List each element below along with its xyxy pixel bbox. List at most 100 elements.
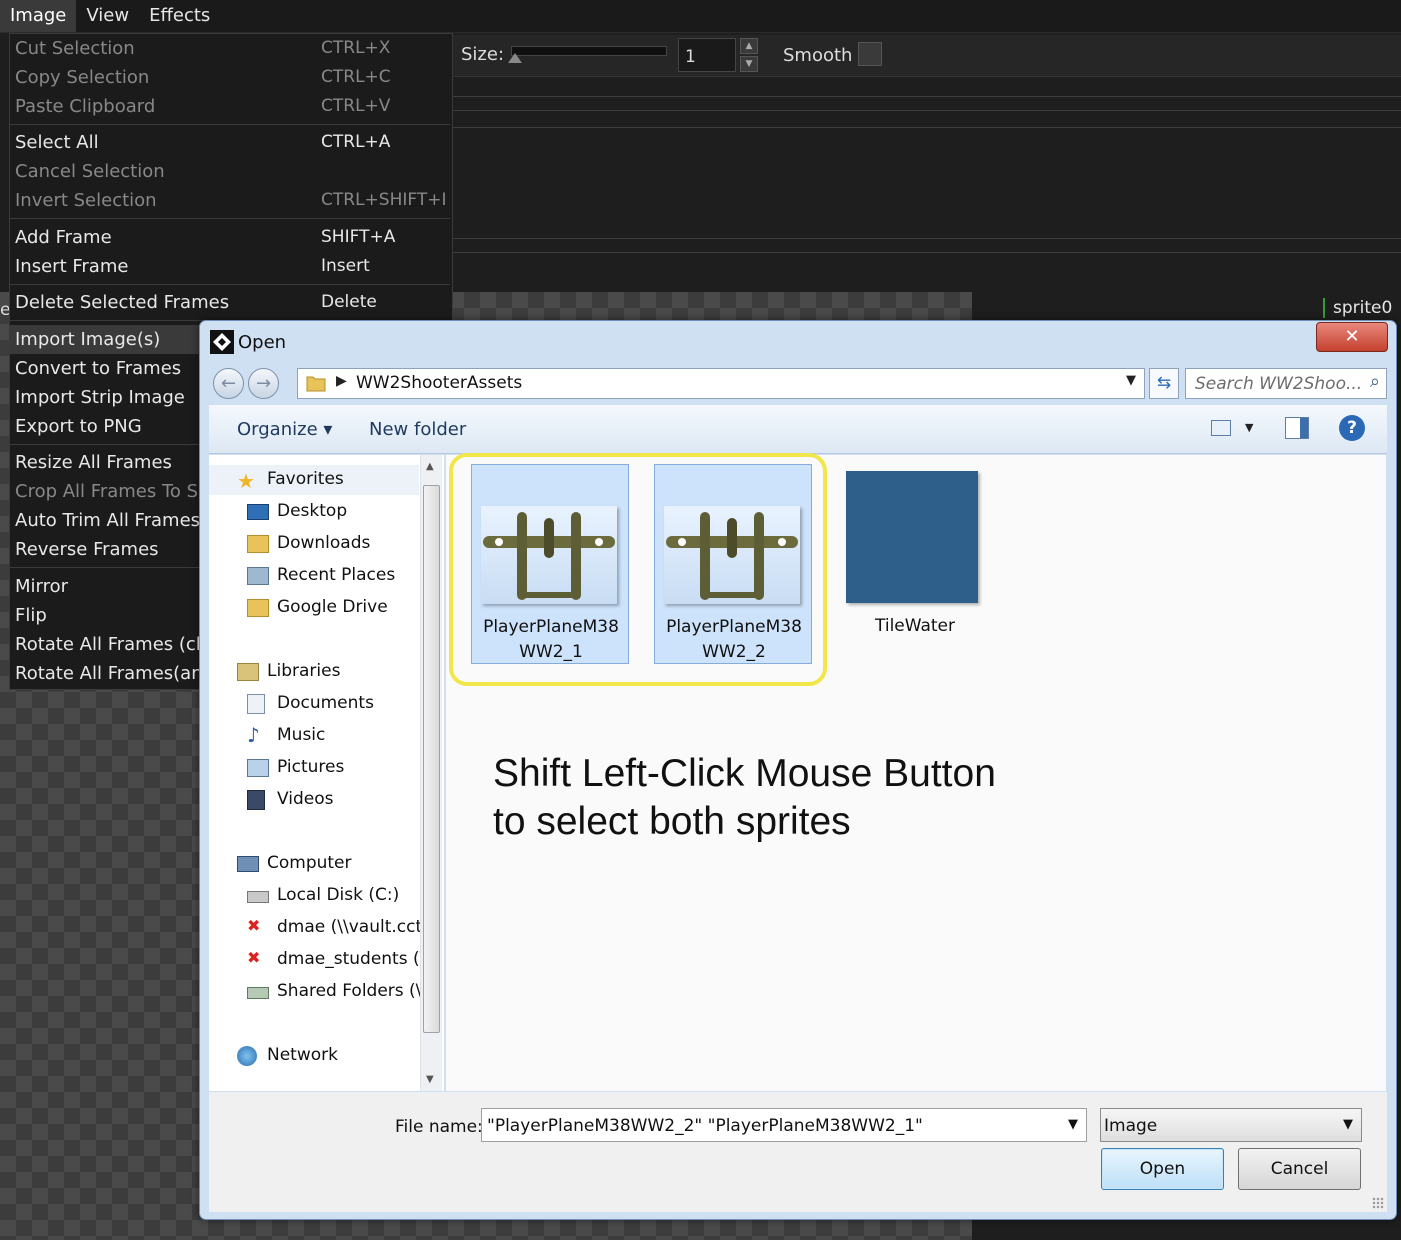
dialog-footer: File name: "PlayerPlaneM38WW2_2" "Player… — [209, 1092, 1387, 1212]
change-view-icon[interactable] — [1211, 420, 1231, 436]
nav-label: Desktop — [277, 501, 348, 521]
menu-item-cancel-selection[interactable]: Cancel Selection — [10, 157, 450, 186]
menu-effects[interactable]: Effects — [139, 0, 220, 32]
search-icon[interactable]: ⌕ — [1370, 371, 1380, 392]
open-button[interactable]: Open — [1101, 1148, 1224, 1190]
smooth-checkbox[interactable] — [858, 42, 882, 66]
instruction-annotation: Shift Left-Click Mouse Button to select … — [493, 750, 996, 846]
size-slider[interactable] — [508, 46, 667, 63]
size-spinner[interactable]: ▲ ▼ — [740, 38, 758, 72]
nav-google-drive[interactable]: Google Drive — [209, 593, 419, 623]
nav-network-drive-dmae-students[interactable]: ✖ dmae_students (\\ — [209, 945, 431, 975]
nav-local-disk[interactable]: Local Disk (C:) — [209, 881, 419, 911]
selection-highlight-outline — [449, 453, 827, 686]
scroll-up-icon[interactable]: ▲ — [426, 461, 434, 472]
view-dropdown-icon[interactable]: ▼ — [1245, 421, 1253, 434]
chevron-down-icon[interactable]: ▼ — [1343, 1117, 1353, 1132]
disconnected-drive-icon: ✖ — [247, 916, 261, 935]
nav-label: Music — [277, 725, 326, 745]
disconnected-drive-icon: ✖ — [247, 948, 261, 967]
nav-pictures[interactable]: Pictures — [209, 753, 419, 783]
resize-grip-icon[interactable] — [1372, 1197, 1384, 1209]
nav-videos[interactable]: Videos — [209, 785, 419, 815]
nav-libraries[interactable]: Libraries — [209, 657, 419, 687]
new-folder-button[interactable]: New folder — [369, 419, 466, 440]
menu-item-label: Export to PNG — [15, 416, 142, 437]
address-bar[interactable]: ▶ WW2ShooterAssets ▼ — [297, 368, 1145, 399]
menu-view[interactable]: View — [76, 0, 139, 32]
local-disk-icon — [247, 891, 269, 903]
menu-image[interactable]: Image — [0, 0, 77, 32]
cancel-button[interactable]: Cancel — [1238, 1148, 1361, 1190]
breadcrumb-folder[interactable]: WW2ShooterAssets — [356, 373, 522, 393]
search-placeholder: Search WW2Shoo... — [1195, 374, 1363, 394]
brush-toolbar: Size: 1 ▲ ▼ Smooth — [453, 35, 1401, 77]
file-name-label: File name: — [395, 1117, 483, 1137]
nav-scrollbar[interactable]: ▲ ▼ — [420, 455, 442, 1091]
nav-network-drive-dmae[interactable]: ✖ dmae (\\vault.cct.l — [209, 913, 432, 943]
menu-item-shortcut: CTRL+V — [321, 96, 391, 116]
back-arrow-icon[interactable]: ← — [213, 368, 244, 399]
nav-documents[interactable]: Documents — [209, 689, 419, 719]
menu-item-invert-selection[interactable]: Invert Selection CTRL+SHIFT+I — [10, 186, 450, 215]
scroll-down-icon[interactable]: ▼ — [426, 1074, 434, 1085]
nav-label: Documents — [277, 693, 374, 713]
nav-network[interactable]: Network — [209, 1041, 419, 1071]
organize-button[interactable]: Organize ▾ — [237, 419, 332, 440]
timeline-area — [453, 78, 1401, 292]
slider-thumb[interactable] — [508, 53, 522, 63]
menu-item-copy-selection[interactable]: Copy Selection CTRL+C — [10, 63, 450, 92]
spin-down-icon[interactable]: ▼ — [740, 56, 758, 72]
nav-computer[interactable]: Computer — [209, 849, 419, 879]
network-globe-icon — [237, 1046, 257, 1066]
file-name-value: "PlayerPlaneM38WW2_2" "PlayerPlaneM38WW2… — [487, 1116, 923, 1136]
nav-network-drive-shared[interactable]: Shared Folders (\\ — [209, 977, 427, 1007]
spin-up-icon[interactable]: ▲ — [740, 38, 758, 54]
help-icon[interactable]: ? — [1339, 415, 1365, 441]
size-input[interactable]: 1 — [678, 38, 736, 72]
preview-pane-icon[interactable] — [1285, 417, 1309, 439]
file-type-select[interactable]: Image ▼ — [1100, 1108, 1362, 1142]
videos-icon — [247, 790, 265, 810]
menu-item-shortcut: Insert — [321, 256, 370, 276]
file-type-value: Image — [1104, 1116, 1158, 1136]
menu-item-select-all[interactable]: Select All CTRL+A — [10, 128, 450, 157]
menu-item-label: Copy Selection — [15, 67, 150, 88]
menu-item-insert-frame[interactable]: Insert Frame Insert — [10, 252, 450, 281]
menu-item-shortcut: CTRL+C — [321, 67, 391, 87]
file-item[interactable]: TileWater — [836, 464, 994, 664]
nav-downloads[interactable]: Downloads — [209, 529, 419, 559]
menu-separator — [10, 284, 450, 285]
address-dropdown-icon[interactable]: ▼ — [1126, 373, 1136, 388]
instruction-line: Shift Left-Click Mouse Button — [493, 752, 996, 795]
file-name-input[interactable]: "PlayerPlaneM38WW2_2" "PlayerPlaneM38WW2… — [481, 1108, 1087, 1142]
sprite-layer-label[interactable]: sprite0 — [1323, 298, 1392, 318]
nav-label: Downloads — [277, 533, 371, 553]
nav-label: Shared Folders (\\ — [277, 981, 428, 1001]
nav-recent-places[interactable]: Recent Places — [209, 561, 419, 591]
file-name-dropdown-icon[interactable]: ▼ — [1068, 1117, 1078, 1132]
menu-item-shortcut: Delete — [321, 292, 377, 312]
menu-item-label: Resize All Frames — [15, 452, 172, 473]
nav-favorites[interactable]: ★ Favorites — [209, 465, 419, 495]
menu-bar: Image View Effects — [0, 0, 1401, 33]
google-drive-folder-icon — [247, 599, 269, 617]
menu-item-add-frame[interactable]: Add Frame SHIFT+A — [10, 223, 450, 252]
water-tile-thumbnail — [846, 471, 978, 603]
menu-item-paste-clipboard[interactable]: Paste Clipboard CTRL+V — [10, 92, 450, 121]
forward-arrow-icon[interactable]: → — [248, 368, 279, 399]
nav-label: Favorites — [267, 469, 344, 489]
menu-item-label: Auto Trim All Frames — [15, 510, 201, 531]
menu-item-label: Reverse Frames — [15, 539, 159, 560]
refresh-icon[interactable]: ⇆ — [1149, 368, 1179, 399]
scroll-thumb[interactable] — [423, 485, 440, 1033]
menu-item-delete-selected-frames[interactable]: Delete Selected Frames Delete — [10, 288, 450, 317]
nav-desktop[interactable]: Desktop — [209, 497, 419, 527]
nav-music[interactable]: ♪ Music — [209, 721, 419, 751]
breadcrumb-arrow-icon[interactable]: ▶ — [336, 373, 347, 389]
menu-item-label: Rotate All Frames (clo — [15, 634, 212, 655]
menu-item-cut-selection[interactable]: Cut Selection CTRL+X — [10, 34, 450, 63]
search-box[interactable]: Search WW2Shoo... ⌕ — [1185, 368, 1387, 399]
close-button[interactable]: ✕ — [1316, 322, 1388, 352]
menu-item-shortcut: CTRL+A — [321, 132, 391, 152]
